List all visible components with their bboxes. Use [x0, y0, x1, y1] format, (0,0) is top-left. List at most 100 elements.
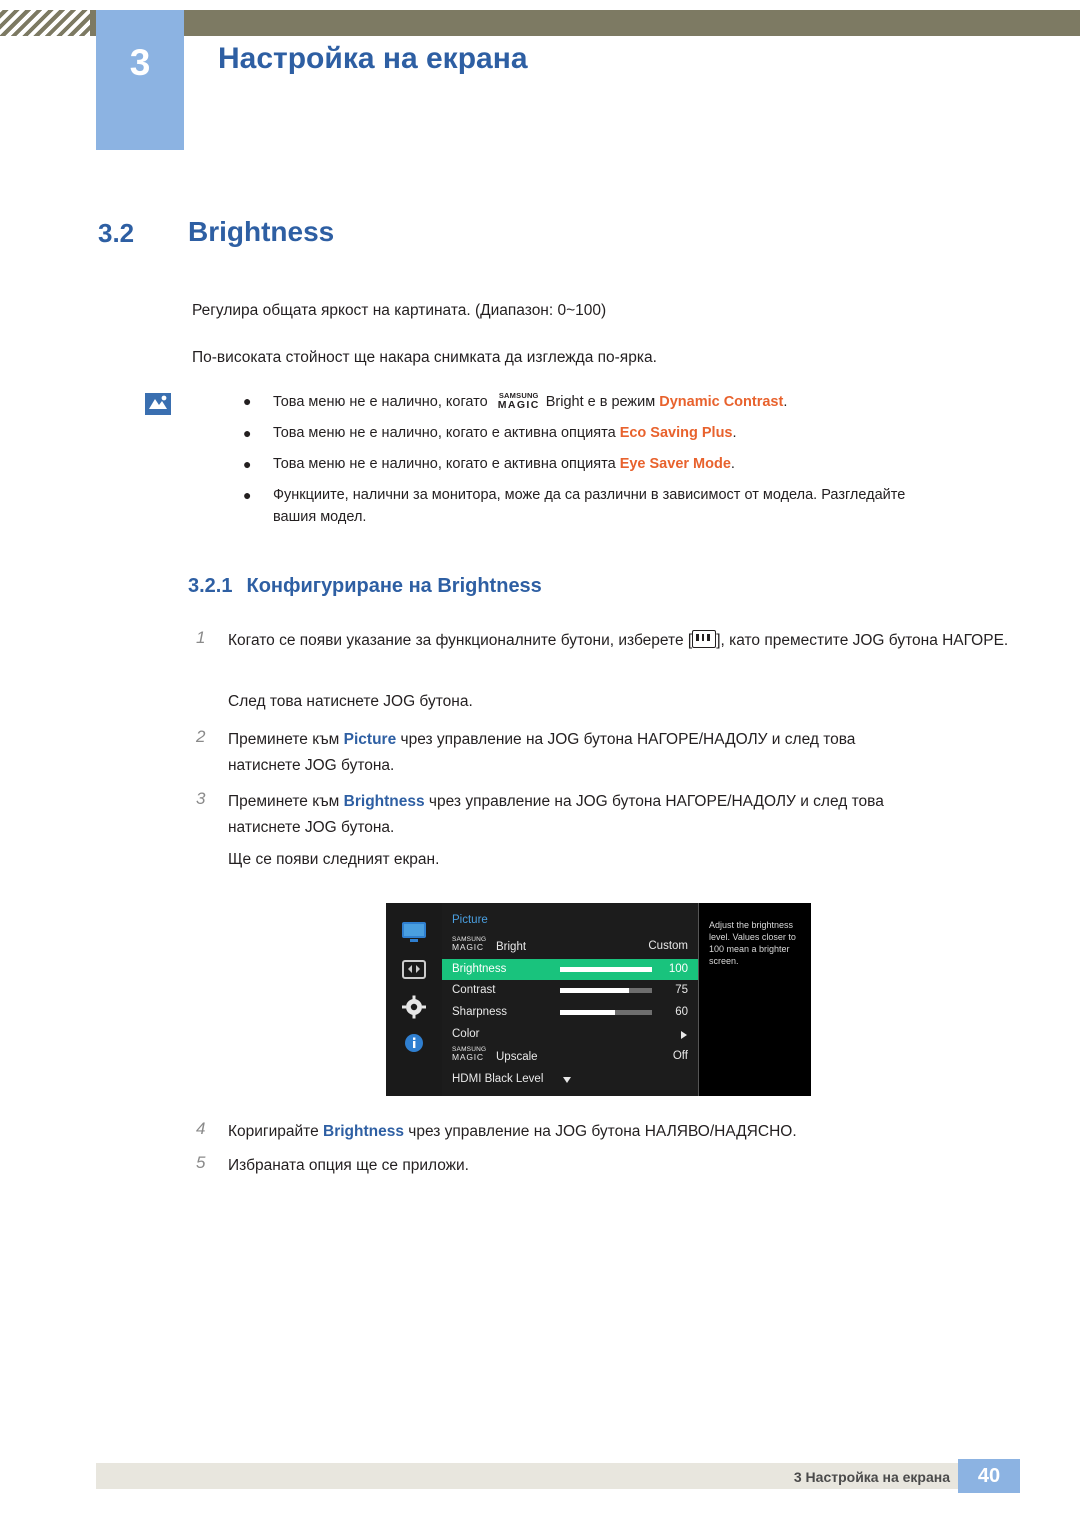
osd-brightness-value: 100	[668, 963, 688, 975]
osd-sharpness-value: 60	[675, 1006, 688, 1018]
osd-sharpness-slider[interactable]	[560, 1010, 652, 1015]
osd-menu-title: Picture	[452, 914, 488, 926]
osd-row-brightness[interactable]: Brightness 100	[442, 959, 698, 980]
step-number-4: 4	[196, 1119, 206, 1138]
step3-bold: Brightness	[343, 793, 425, 810]
osd-row-magicbright[interactable]: SAMSUNG MAGIC Bright Custom	[442, 936, 698, 957]
slider-fill	[560, 1010, 615, 1015]
step2-post: чрез управление на JOG бутона НАГОРЕ/НАД…	[396, 731, 856, 748]
screen-adjust-icon[interactable]	[399, 957, 429, 983]
osd-row-color[interactable]: Color	[442, 1024, 698, 1045]
bullet-icon: ●	[243, 456, 252, 472]
note-text-prefix: Това меню не е налично, когато е активна…	[273, 425, 620, 441]
osd-row-hdmi-black-level[interactable]: HDMI Black Level	[442, 1069, 698, 1090]
note-text-suffix: .	[732, 425, 737, 441]
osd-magicupscale-label: SAMSUNG MAGIC Upscale	[452, 1046, 538, 1067]
chapter-number: 3	[129, 42, 151, 83]
samsung-magic-logo: SAMSUNG MAGIC	[452, 936, 496, 952]
osd-contrast-value: 75	[675, 984, 688, 996]
note-highlight: Eye Saver Mode	[619, 456, 731, 472]
paragraph-range: Регулира общата яркост на картината. (Ди…	[192, 302, 607, 319]
magic-bottom-text: MAGIC	[452, 1052, 484, 1062]
step-text-4: Коригирайте Brightness чрез управление н…	[228, 1117, 1018, 1146]
subsection-title: Конфигуриране на Brightness	[246, 575, 542, 597]
osd-row-contrast[interactable]: Contrast 75	[442, 980, 698, 1001]
osd-sharpness-label: Sharpness	[452, 1006, 507, 1018]
note-text-mid: Bright е в режим	[545, 394, 660, 410]
osd-row-sharpness[interactable]: Sharpness 60	[442, 1002, 698, 1023]
slider-fill	[560, 988, 629, 993]
step4-bold: Brightness	[323, 1123, 404, 1140]
step-text-3-line2: натиснете JOG бутона.	[228, 819, 395, 836]
samsung-magic-logo: SAMSUNG MAGIC	[492, 392, 546, 412]
step3-pre: Преминете към	[228, 793, 344, 810]
osd-row-magicupscale[interactable]: SAMSUNG MAGIC Upscale Off	[442, 1046, 698, 1067]
osd-help-text: Adjust the brightness level. Values clos…	[709, 920, 796, 966]
section-number: 3.2	[98, 218, 135, 248]
note-item-eye-saver-mode: ● Това меню не е налично, когато е актив…	[243, 453, 943, 475]
osd-magicbright-suffix: Bright	[496, 941, 527, 953]
note-text-suffix: .	[730, 456, 735, 472]
step-text-1: Когато се появи указание за функционални…	[228, 626, 1018, 655]
osd-contrast-label: Contrast	[452, 984, 496, 996]
step-text-3: Преминете към Brightness чрез управление…	[228, 787, 1018, 816]
subsection-number: 3.2.1	[188, 575, 233, 597]
page-number: 40	[958, 1459, 1020, 1493]
step-number-1: 1	[196, 628, 206, 647]
magic-bottom-text: MAGIC	[452, 942, 484, 952]
note-text-prefix: Това меню не е налично, когато	[273, 394, 492, 410]
osd-magicupscale-value: Off	[672, 1050, 688, 1062]
step-text-3-line3: Ще се появи следният екран.	[228, 851, 440, 868]
step-text-5: Избраната опция ще се приложи.	[228, 1157, 469, 1174]
monitor-icon[interactable]	[399, 919, 429, 945]
note-list: ● Това меню не е налично, когато SAMSUNG…	[243, 390, 943, 537]
note-highlight: Eco Saving Plus	[619, 425, 733, 441]
osd-menu-panel: Picture SAMSUNG MAGIC Bright Custom Brig…	[442, 903, 698, 1096]
gear-icon[interactable]	[399, 994, 429, 1020]
chapter-title: Настройка на екрана	[218, 42, 528, 75]
step-number-2: 2	[196, 727, 206, 746]
step-text-2-line2: натиснете JOG бутона.	[228, 757, 395, 774]
bullet-icon: ●	[243, 487, 252, 503]
osd-help-panel: Adjust the brightness level. Values clos…	[698, 903, 811, 1096]
jog-menu-icon	[692, 630, 717, 648]
section-title: Brightness	[188, 216, 335, 247]
note-text-prefix: Функциите, налични за монитора, може да …	[273, 487, 906, 525]
step-text-2: Преминете към Picture чрез управление на…	[228, 725, 1018, 754]
bullet-icon: ●	[243, 425, 252, 441]
header-hatch-decoration	[0, 10, 90, 36]
osd-color-label: Color	[452, 1028, 480, 1040]
step4-post: чрез управление на JOG бутона НАЛЯВО/НАД…	[403, 1123, 797, 1140]
osd-hdmi-label: HDMI Black Level	[452, 1073, 544, 1085]
step1-pre: Когато се появи указание за функционални…	[228, 632, 693, 649]
chevron-down-icon[interactable]	[563, 1077, 571, 1083]
osd-brightness-slider[interactable]	[560, 967, 652, 972]
note-item-eco-saving-plus: ● Това меню не е налично, когато е актив…	[243, 422, 943, 444]
step3-post: чрез управление на JOG бутона НАГОРЕ/НАД…	[424, 793, 884, 810]
osd-screenshot: Picture SAMSUNG MAGIC Bright Custom Brig…	[386, 903, 811, 1096]
magic-bottom-text: MAGIC	[497, 399, 540, 411]
information-icon[interactable]	[399, 1030, 429, 1056]
osd-contrast-slider[interactable]	[560, 988, 652, 993]
slider-fill	[560, 967, 652, 972]
note-item-dynamic-contrast: ● Това меню не е налично, когато SAMSUNG…	[243, 390, 943, 413]
chevron-right-icon	[681, 1031, 687, 1039]
note-text-prefix: Това меню не е налично, когато е активна…	[273, 456, 620, 472]
note-icon	[145, 393, 171, 415]
step2-bold: Picture	[343, 731, 397, 748]
samsung-magic-logo: SAMSUNG MAGIC	[452, 1046, 496, 1062]
osd-magicbright-value: Custom	[648, 940, 688, 952]
osd-icon-sidebar	[386, 903, 442, 1096]
step-number-3: 3	[196, 789, 206, 808]
osd-magicbright-label: SAMSUNG MAGIC Bright	[452, 936, 526, 957]
step-number-5: 5	[196, 1153, 206, 1172]
footer-text: 3 Настройка на екрана	[793, 1469, 950, 1485]
osd-magicupscale-suffix: Upscale	[496, 1051, 538, 1063]
subsection-heading: 3.2.1 Конфигуриране на Brightness	[188, 575, 542, 598]
step-text-1-line2: След това натиснете JOG бутона.	[228, 693, 473, 710]
step2-pre: Преминете към	[228, 731, 344, 748]
paragraph-higher-value: По-високата стойност ще накара снимката …	[192, 349, 657, 366]
step1-post: ], като преместите JOG бутона НАГОРЕ.	[716, 632, 1009, 649]
note-item-model-differences: ● Функциите, налични за монитора, може д…	[243, 484, 943, 528]
osd-brightness-label: Brightness	[452, 963, 507, 975]
